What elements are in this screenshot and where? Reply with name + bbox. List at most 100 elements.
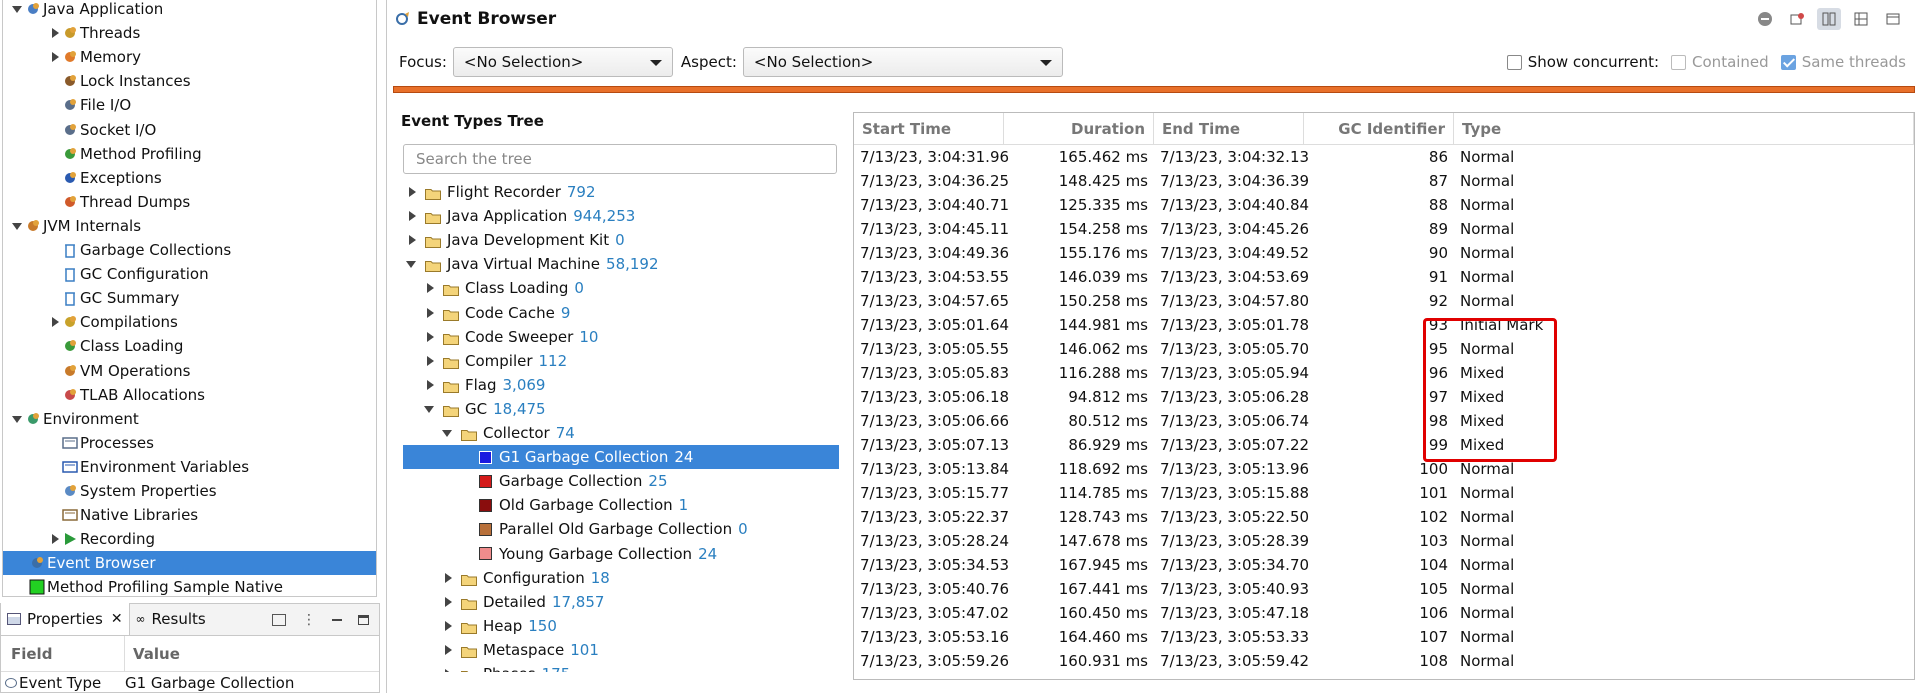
tree-item[interactable]: Flight Recorder 792 [403, 180, 839, 204]
chevron-right-icon[interactable] [48, 532, 62, 546]
column-header[interactable]: Duration [1004, 113, 1154, 145]
chevron-down-icon[interactable] [11, 412, 25, 426]
chevron-right-icon[interactable] [405, 233, 419, 247]
chevron-right-icon[interactable] [441, 595, 455, 609]
chevron-right-icon[interactable] [48, 26, 62, 40]
nav-item[interactable]: TLAB Allocations [3, 383, 376, 407]
nav-item[interactable]: Exceptions [3, 166, 376, 190]
table-row[interactable]: 7/13/23, 3:05:40.76 167.441 ms 7/13/23, 3:… [854, 577, 1914, 601]
nav-item[interactable]: Compilations [3, 310, 376, 334]
same-threads-checkbox[interactable] [1780, 54, 1796, 70]
chevron-right-icon[interactable] [423, 281, 437, 295]
show-concurrent-checkbox[interactable] [1506, 54, 1522, 70]
stop-icon[interactable] [1753, 8, 1777, 30]
close-icon[interactable]: ✕ [111, 611, 123, 627]
table-row[interactable]: 7/13/23, 3:04:36.25 148.425 ms 7/13/23, 3:… [854, 169, 1914, 193]
nav-item[interactable]: Event Browser [3, 551, 376, 576]
nav-item[interactable]: Garbage Collections [3, 238, 376, 262]
table-row[interactable]: 7/13/23, 3:05:06.66 80.512 ms 7/13/23, 3:0… [854, 409, 1914, 433]
nav-item[interactable]: System Properties [3, 479, 376, 503]
chevron-right-icon[interactable] [441, 571, 455, 585]
chevron-right-icon[interactable] [423, 378, 437, 392]
nav-item[interactable]: Threads [3, 21, 376, 45]
tab-properties[interactable]: Properties ✕ [1, 603, 130, 635]
tree-item[interactable]: Code Cache 9 [403, 301, 839, 325]
nav-item[interactable]: Socket I/O [3, 118, 376, 142]
table-row[interactable]: 7/13/23, 3:04:45.11 154.258 ms 7/13/23, 3:… [854, 217, 1914, 241]
table-row[interactable]: 7/13/23, 3:05:28.24 147.678 ms 7/13/23, 3:… [854, 529, 1914, 553]
chevron-right-icon[interactable] [405, 185, 419, 199]
table-row[interactable]: 7/13/23, 3:04:49.36 155.176 ms 7/13/23, 3:… [854, 241, 1914, 265]
table-row[interactable]: 7/13/23, 3:05:34.53 167.945 ms 7/13/23, 3:… [854, 553, 1914, 577]
table-row[interactable]: 7/13/23, 3:05:59.26 160.931 ms 7/13/23, 3:… [854, 649, 1914, 673]
tree-item[interactable]: Detailed 17,857 [403, 590, 839, 614]
table-row[interactable]: 7/13/23, 3:04:53.55 146.039 ms 7/13/23, 3:… [854, 265, 1914, 289]
minimize-icon[interactable] [332, 619, 342, 621]
tab-results[interactable]: ∞ Results [130, 603, 212, 635]
chevron-right-icon[interactable] [441, 643, 455, 657]
table-row[interactable]: 7/13/23, 3:05:05.83 116.288 ms 7/13/23, 3:… [854, 361, 1914, 385]
tree-item[interactable]: Flag 3,069 [403, 373, 839, 397]
tree-item[interactable]: Parallel Old Garbage Collection 0 [403, 517, 839, 541]
table-row[interactable]: 7/13/23, 3:05:53.16 164.460 ms 7/13/23, 3:… [854, 625, 1914, 649]
nav-item[interactable]: File I/O [3, 93, 376, 117]
layout-table-icon[interactable] [1817, 8, 1841, 30]
nav-item[interactable]: GC Summary [3, 286, 376, 310]
tree-item[interactable]: Java Virtual Machine 58,192 [403, 252, 839, 276]
properties-row[interactable]: Event Type G1 Garbage Collection [1, 672, 379, 693]
nav-item[interactable]: VM Operations [3, 359, 376, 383]
chevron-down-icon[interactable] [405, 257, 419, 271]
column-header[interactable]: Type [1454, 113, 1914, 145]
nav-item[interactable]: Recording [3, 527, 376, 551]
table-row[interactable]: 7/13/23, 3:04:40.71 125.335 ms 7/13/23, 3:… [854, 193, 1914, 217]
chevron-down-icon[interactable] [11, 2, 25, 16]
layout-single-icon[interactable] [1881, 8, 1905, 30]
chevron-right-icon[interactable] [441, 619, 455, 633]
chevron-right-icon[interactable] [48, 50, 62, 64]
chevron-right-icon[interactable] [423, 330, 437, 344]
tree-item[interactable]: Java Application 944,253 [403, 204, 839, 228]
nav-item[interactable]: Environment [3, 407, 376, 431]
nav-item[interactable]: Class Loading [3, 334, 376, 358]
column-header[interactable]: GC Identifier [1304, 113, 1454, 145]
table-row[interactable]: 7/13/23, 3:04:57.65 150.258 ms 7/13/23, 3:… [854, 289, 1914, 313]
nav-item[interactable]: Java Application [3, 0, 376, 21]
aspect-select[interactable]: <No Selection> [742, 47, 1063, 77]
tree-item[interactable]: Java Development Kit 0 [403, 228, 839, 252]
nav-item[interactable]: Thread Dumps [3, 190, 376, 214]
table-row[interactable]: 7/13/23, 3:05:05.55 146.062 ms 7/13/23, 3:… [854, 337, 1914, 361]
tree-item[interactable]: Code Sweeper 10 [403, 325, 839, 349]
nav-item[interactable]: Method Profiling [3, 142, 376, 166]
open-view-icon[interactable] [272, 614, 286, 626]
nav-item[interactable]: Environment Variables [3, 455, 376, 479]
tree-item[interactable]: Configuration 18 [403, 566, 839, 590]
table-row[interactable]: 7/13/23, 3:04:31.96 165.462 ms 7/13/23, 3:… [854, 145, 1914, 169]
nav-item[interactable]: Lock Instances [3, 69, 376, 93]
nav-item[interactable]: JVM Internals [3, 214, 376, 238]
chevron-down-icon[interactable] [423, 402, 437, 416]
tree-item[interactable]: Old Garbage Collection 1 [403, 493, 839, 517]
tree-item[interactable]: Heap 150 [403, 614, 839, 638]
settings-icon[interactable] [1785, 8, 1809, 30]
tree-item[interactable]: Class Loading 0 [403, 276, 839, 300]
table-row[interactable]: 7/13/23, 3:05:15.77 114.785 ms 7/13/23, 3:… [854, 481, 1914, 505]
chevron-right-icon[interactable] [423, 354, 437, 368]
tree-item[interactable]: Garbage Collection 25 [403, 469, 839, 493]
nav-item[interactable]: Native Libraries [3, 503, 376, 527]
table-row[interactable]: 7/13/23, 3:05:06.18 94.812 ms 7/13/23, 3:0… [854, 385, 1914, 409]
tree-item[interactable]: GC 18,475 [403, 397, 839, 421]
focus-select[interactable]: <No Selection> [452, 47, 673, 77]
column-header[interactable]: Start Time [854, 113, 1004, 145]
timeline-bar[interactable] [393, 86, 1915, 93]
table-row[interactable]: 7/13/23, 3:05:47.02 160.450 ms 7/13/23, 3:… [854, 601, 1914, 625]
tree-item[interactable]: Collector 74 [403, 421, 839, 445]
table-row[interactable]: 7/13/23, 3:05:22.37 128.743 ms 7/13/23, 3:… [854, 505, 1914, 529]
table-row[interactable]: 7/13/23, 3:05:01.64 144.981 ms 7/13/23, 3:… [854, 313, 1914, 337]
table-row[interactable]: 7/13/23, 3:05:13.84 118.692 ms 7/13/23, 3:… [854, 457, 1914, 481]
chevron-right-icon[interactable] [423, 306, 437, 320]
chevron-right-icon[interactable] [441, 667, 455, 672]
maximize-icon[interactable] [358, 615, 369, 625]
search-input[interactable]: Search the tree [403, 144, 837, 174]
chevron-down-icon[interactable] [11, 219, 25, 233]
chevron-down-icon[interactable] [441, 426, 455, 440]
